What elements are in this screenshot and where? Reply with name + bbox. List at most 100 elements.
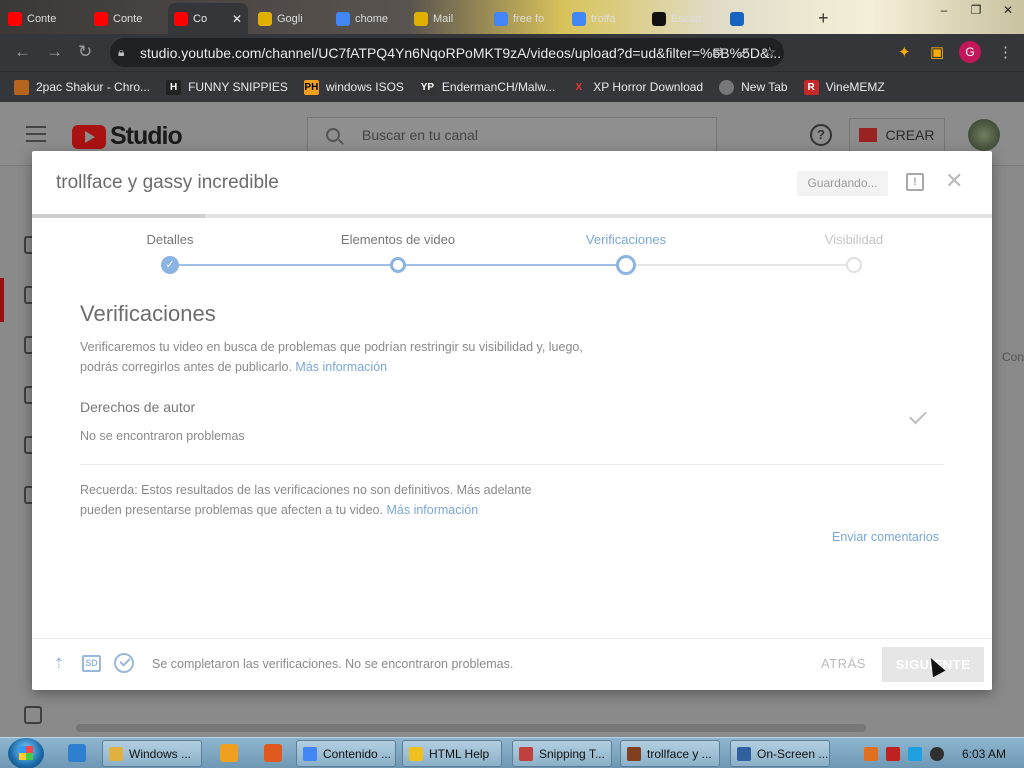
task-label: On-Screen ... — [757, 746, 829, 761]
extensions-puzzle-icon[interactable]: ✦ — [898, 43, 911, 61]
task-label: trollface y ... — [647, 746, 712, 761]
browser-tab[interactable]: chome — [330, 3, 410, 34]
create-button[interactable]: CREAR — [849, 118, 945, 152]
task-app-icon — [519, 746, 533, 761]
note-line2-wrap: pueden presentarse problemas que afecten… — [80, 500, 560, 520]
menu-kebab-icon[interactable]: ⋮ — [998, 43, 1013, 61]
channel-avatar[interactable] — [968, 119, 1000, 151]
feedback-icon[interactable] — [24, 706, 42, 724]
browser-tab[interactable]: Conte — [88, 3, 168, 34]
forward-arrow-icon[interactable]: → — [46, 43, 63, 61]
reload-icon[interactable]: ↻ — [78, 43, 92, 61]
tab-favicon-icon — [730, 11, 744, 26]
bookmark-item[interactable]: 2pac Shakur - Chro... — [14, 79, 151, 95]
translate-icon[interactable]: ⇄ — [712, 44, 724, 61]
search-tray-icon[interactable] — [863, 746, 878, 761]
tab-favicon-icon — [8, 11, 22, 26]
checks-intro-line2-wrap: podrás corregirlos antes de publicarlo. … — [80, 357, 944, 377]
firefox-icon[interactable] — [264, 744, 282, 762]
tab-title: Gogli — [277, 12, 303, 25]
media-player-icon[interactable] — [220, 744, 238, 762]
window-controls: – ❐ ✕ — [928, 0, 1024, 22]
globe-icon — [719, 79, 735, 95]
table-header-fragment: Con — [1002, 350, 1024, 364]
close-window-button[interactable]: ✕ — [992, 0, 1024, 22]
upload-stepper: Detalles Elementos de video Verificacion… — [32, 218, 992, 288]
internet-explorer-icon[interactable] — [68, 744, 86, 762]
step-details-check-icon[interactable]: ✓ — [161, 256, 179, 274]
bookmark-h-icon: H — [166, 79, 182, 95]
flag-tray-icon[interactable] — [885, 746, 900, 761]
taskbar-button[interactable]: Windows ... — [102, 740, 202, 767]
youtube-studio-logo[interactable]: Studio — [72, 122, 183, 151]
dialog-title: trollface y gassy incredible — [56, 172, 279, 193]
bookmark-item[interactable]: YP EndermanCH/Malw... — [419, 79, 555, 95]
copyright-title: Derechos de autor — [80, 399, 196, 415]
horizontal-scrollbar[interactable] — [76, 724, 866, 732]
browser-tab[interactable]: Conte — [2, 3, 82, 34]
browser-tab[interactable]: Gogli — [252, 3, 332, 34]
help-icon[interactable]: ? — [810, 124, 832, 146]
upload-arrow-icon: ⇡ — [53, 655, 65, 671]
share-icon[interactable]: ⇗ — [738, 44, 750, 61]
bookmark-item[interactable]: X XP Horror Download — [571, 80, 703, 95]
address-bar[interactable]: 🔒︎ studio.youtube.com/channel/UC7fATPQ4Y… — [110, 38, 784, 67]
task-label: Contenido ... — [323, 746, 392, 761]
bookmark-label: XP Horror Download — [593, 80, 704, 94]
send-feedback-link[interactable]: Enviar comentarios — [832, 530, 939, 544]
network-tray-icon[interactable] — [907, 746, 922, 761]
taskbar-button[interactable]: trollface y ... — [620, 740, 720, 767]
back-arrow-icon[interactable]: ← — [14, 43, 31, 61]
bookmark-star-icon[interactable]: ☆ — [763, 44, 776, 61]
bookmark-label: New Tab — [741, 80, 788, 94]
taskbar-button[interactable]: On-Screen ... — [730, 740, 830, 767]
url-text[interactable]: studio.youtube.com/channel/UC7fATPQ4Yn6N… — [140, 45, 781, 61]
new-tab-button[interactable]: + — [812, 3, 835, 34]
hamburger-menu-icon[interactable] — [26, 126, 46, 147]
sidepanel-icon[interactable]: ▣ — [930, 43, 944, 61]
browser-tab[interactable]: Co ✕ — [168, 3, 248, 34]
bookmark-item[interactable]: PH windows ISOS — [303, 79, 404, 95]
minimize-button[interactable]: – — [928, 0, 960, 22]
step-video-elements-dot[interactable] — [390, 257, 406, 273]
step-label-details[interactable]: Detalles — [147, 232, 194, 247]
step-checks-dot[interactable] — [616, 255, 636, 275]
dialog-header: trollface y gassy incredible Guardando..… — [32, 151, 992, 215]
taskbar-button[interactable]: Snipping T... — [512, 740, 612, 767]
bookmark-label: 2pac Shakur - Chro... — [36, 80, 151, 94]
report-issue-icon[interactable]: ! — [906, 173, 924, 191]
task-app-icon — [737, 746, 751, 761]
step-label-video-elements[interactable]: Elementos de video — [341, 232, 455, 247]
copyright-status: No se encontraron problemas — [80, 429, 245, 443]
checks-intro-line2: podrás corregirlos antes de publicarlo. — [80, 360, 292, 374]
bookmark-item[interactable]: H FUNNY SNIPPIES — [166, 79, 288, 95]
step-visibility-dot[interactable] — [846, 257, 862, 273]
taskbar-button[interactable]: HTML Help — [402, 740, 502, 767]
taskbar-button[interactable]: Contenido ... — [296, 740, 396, 767]
tab-favicon-icon — [94, 11, 108, 26]
browser-tab[interactable]: Mail — [408, 3, 488, 34]
tab-close-icon[interactable]: ✕ — [228, 12, 242, 26]
learn-more-link[interactable]: Más información — [295, 360, 387, 374]
create-label: CREAR — [885, 127, 935, 143]
browser-tab[interactable] — [724, 3, 804, 34]
tab-favicon-icon — [336, 11, 350, 26]
profile-avatar[interactable]: G — [959, 41, 981, 63]
close-icon[interactable]: ✕ — [945, 168, 963, 194]
tab-favicon-icon — [572, 11, 586, 26]
checks-complete-icon — [114, 653, 134, 673]
note-learn-more-link[interactable]: Más información — [386, 503, 478, 517]
browser-tab[interactable]: Escap — [646, 3, 726, 34]
bookmark-item[interactable]: New Tab — [719, 79, 788, 95]
step-label-checks[interactable]: Verificaciones — [586, 232, 666, 247]
back-button[interactable]: ATRÁS — [821, 656, 866, 671]
browser-tab[interactable]: trolfa — [566, 3, 646, 34]
maximize-button[interactable]: ❐ — [960, 0, 992, 22]
checks-heading: Verificaciones — [80, 301, 216, 326]
browser-tab[interactable]: free fo — [488, 3, 568, 34]
bookmark-item[interactable]: R VineMEMZ — [803, 79, 885, 95]
volume-tray-icon[interactable] — [929, 746, 944, 761]
start-button[interactable] — [8, 738, 44, 768]
channel-search-input[interactable]: Buscar en tu canal — [307, 117, 717, 153]
step-label-visibility[interactable]: Visibilidad — [825, 232, 883, 247]
